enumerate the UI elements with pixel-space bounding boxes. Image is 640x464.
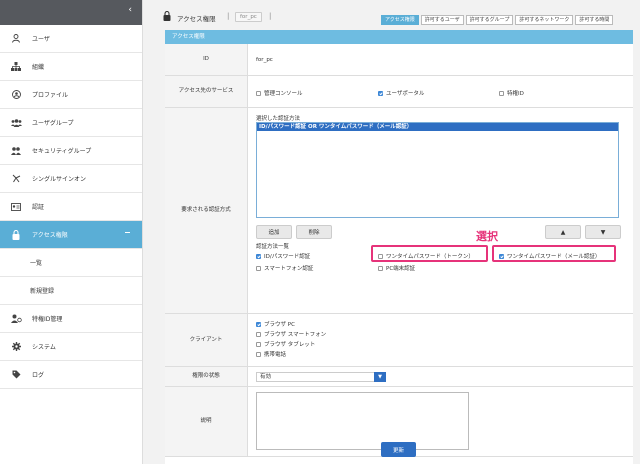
user-group-icon bbox=[9, 118, 23, 128]
row-auth-methods: 要求される認証方式 選択した認証方法 ID/パスワード認証 OR ワンタイムパス… bbox=[165, 108, 633, 314]
lock-icon bbox=[163, 10, 171, 23]
chevron-down-icon[interactable]: ▼ bbox=[374, 372, 386, 382]
update-button[interactable]: 更新 bbox=[381, 442, 416, 457]
record-id-badge: for_pc bbox=[235, 12, 262, 22]
sidebar-item-log[interactable]: ログ bbox=[0, 361, 142, 389]
service-user-portal-checkbox[interactable]: ユーザポータル bbox=[378, 89, 424, 97]
selected-method-item[interactable]: ID/パスワード認証 OR ワンタイムパスワード（メール認証） bbox=[257, 123, 618, 131]
sidebar-item-system[interactable]: システム bbox=[0, 333, 142, 361]
tab-allowed-times[interactable]: 許可する時間 bbox=[575, 15, 614, 25]
row-state: 権限の状態 有効 ▼ bbox=[165, 367, 633, 387]
page-header: アクセス権限 | for_pc | アクセス権限 許可するユーザ 許可するグルー… bbox=[143, 0, 640, 30]
row-services: アクセス先のサービス 管理コンソール ユーザポータル 特権ID bbox=[165, 76, 633, 108]
tab-allowed-users[interactable]: 許可するユーザ bbox=[420, 15, 464, 25]
sidebar-header: ‹ bbox=[0, 0, 142, 25]
access-rights-panel: アクセス権限 ID for_pc アクセス先のサービス 管理コンソール ユーザポ… bbox=[165, 30, 633, 464]
id-value: for_pc bbox=[256, 57, 273, 63]
title-separator: | bbox=[227, 12, 230, 20]
row-label: クライアント bbox=[165, 314, 248, 366]
sidebar-item-user-group[interactable]: ユーザグループ bbox=[0, 109, 142, 137]
highlight-box-otp-token bbox=[371, 245, 488, 262]
annotation-select-label: 選択 bbox=[476, 230, 498, 243]
sidebar-item-label: シングルサインオン bbox=[32, 176, 87, 183]
method-list-caption: 認証方法一覧 bbox=[256, 244, 290, 250]
lock-icon bbox=[9, 229, 23, 240]
sidebar-item-profile[interactable]: プロファイル bbox=[0, 81, 142, 109]
sidebar-item-label: 特権ID管理 bbox=[32, 316, 63, 323]
method-pc-device-checkbox[interactable]: PC端末認証 bbox=[378, 264, 415, 272]
sidebar-item-label: ログ bbox=[32, 372, 45, 379]
row-label: アクセス先のサービス bbox=[165, 76, 248, 107]
service-privileged-id-checkbox[interactable]: 特権ID bbox=[499, 89, 524, 97]
sidebar-item-sso[interactable]: シングルサインオン bbox=[0, 165, 142, 193]
security-group-icon bbox=[9, 146, 23, 156]
delete-button[interactable]: 削除 bbox=[296, 225, 332, 239]
method-smartphone-checkbox[interactable]: スマートフォン認証 bbox=[256, 264, 313, 272]
sidebar-item-label: セキュリティグループ bbox=[32, 148, 92, 155]
client-browser-smartphone-checkbox[interactable]: ブラウザ スマートフォン bbox=[256, 330, 326, 338]
selected-methods-caption: 選択した認証方法 bbox=[256, 116, 301, 122]
row-label: 権限の状態 bbox=[165, 367, 248, 386]
sidebar-item-security-group[interactable]: セキュリティグループ bbox=[0, 137, 142, 165]
selected-methods-listbox[interactable]: ID/パスワード認証 OR ワンタイムパスワード（メール認証） bbox=[256, 122, 619, 218]
state-select-value: 有効 bbox=[260, 374, 272, 380]
client-browser-tablet-checkbox[interactable]: ブラウザ タブレット bbox=[256, 340, 315, 348]
sidebar-item-org[interactable]: 組織 bbox=[0, 53, 142, 81]
row-label: 説明 bbox=[165, 387, 248, 456]
add-button[interactable]: 追加 bbox=[256, 225, 292, 239]
highlight-box-otp-email bbox=[492, 245, 616, 262]
sidebar-item-label: 認証 bbox=[32, 204, 45, 211]
sidebar-item-label: ユーザグループ bbox=[32, 120, 74, 127]
panel-title: アクセス権限 bbox=[165, 30, 633, 44]
client-mobile-phone-checkbox[interactable]: 携帯電話 bbox=[256, 350, 286, 358]
description-textarea[interactable] bbox=[256, 392, 469, 450]
row-label: ID bbox=[165, 44, 248, 75]
sidebar-item-users[interactable]: ユーザ bbox=[0, 25, 142, 53]
client-browser-pc-checkbox[interactable]: ブラウザ PC bbox=[256, 320, 295, 328]
collapse-chevron-icon bbox=[125, 232, 130, 233]
sidebar-subitem-list[interactable]: 一覧 bbox=[0, 249, 142, 277]
sidebar-item-label: ユーザ bbox=[32, 36, 50, 43]
sidebar: ‹ ユーザ 組織 プロファイル ユーザグループ セキュリティグループ シングルサ… bbox=[0, 0, 143, 464]
user-icon bbox=[9, 34, 23, 44]
sidebar-item-label: プロファイル bbox=[32, 92, 69, 99]
move-up-button[interactable]: ▲ bbox=[545, 225, 581, 239]
sidebar-item-label: システム bbox=[32, 344, 56, 351]
sso-icon bbox=[9, 174, 23, 184]
sidebar-item-access-rights[interactable]: アクセス権限 bbox=[0, 221, 142, 249]
service-admin-console-checkbox[interactable]: 管理コンソール bbox=[256, 89, 303, 97]
sidebar-subitem-new[interactable]: 新規登録 bbox=[0, 277, 142, 305]
title-separator: | bbox=[269, 12, 272, 20]
org-icon bbox=[9, 62, 23, 72]
collapse-sidebar-icon[interactable]: ‹ bbox=[128, 6, 132, 15]
sidebar-item-label: 組織 bbox=[32, 64, 45, 71]
sidebar-item-privileged-id[interactable]: 特権ID管理 bbox=[0, 305, 142, 333]
row-label: 要求される認証方式 bbox=[165, 108, 248, 313]
privileged-id-icon bbox=[9, 314, 23, 324]
auth-icon bbox=[9, 202, 23, 212]
tab-bar: アクセス権限 許可するユーザ 許可するグループ 許可するネットワーク 許可する時… bbox=[381, 15, 614, 25]
sidebar-item-label: アクセス権限 bbox=[32, 232, 68, 239]
state-select[interactable]: 有効 ▼ bbox=[256, 372, 386, 382]
page-title: アクセス権限 bbox=[177, 15, 216, 23]
sidebar-item-auth[interactable]: 認証 bbox=[0, 193, 142, 221]
row-id: ID for_pc bbox=[165, 44, 633, 76]
tag-icon bbox=[9, 370, 23, 380]
move-down-button[interactable]: ▼ bbox=[585, 225, 621, 239]
gear-icon bbox=[9, 342, 23, 352]
row-client: クライアント ブラウザ PC ブラウザ スマートフォン ブラウザ タブレット 携… bbox=[165, 314, 633, 367]
tab-allowed-networks[interactable]: 許可するネットワーク bbox=[515, 15, 574, 25]
tab-allowed-groups[interactable]: 許可するグループ bbox=[465, 15, 514, 25]
method-id-password-checkbox[interactable]: ID/パスワード認証 bbox=[256, 252, 310, 260]
profile-icon bbox=[9, 90, 23, 100]
tab-access-rights[interactable]: アクセス権限 bbox=[381, 15, 419, 25]
